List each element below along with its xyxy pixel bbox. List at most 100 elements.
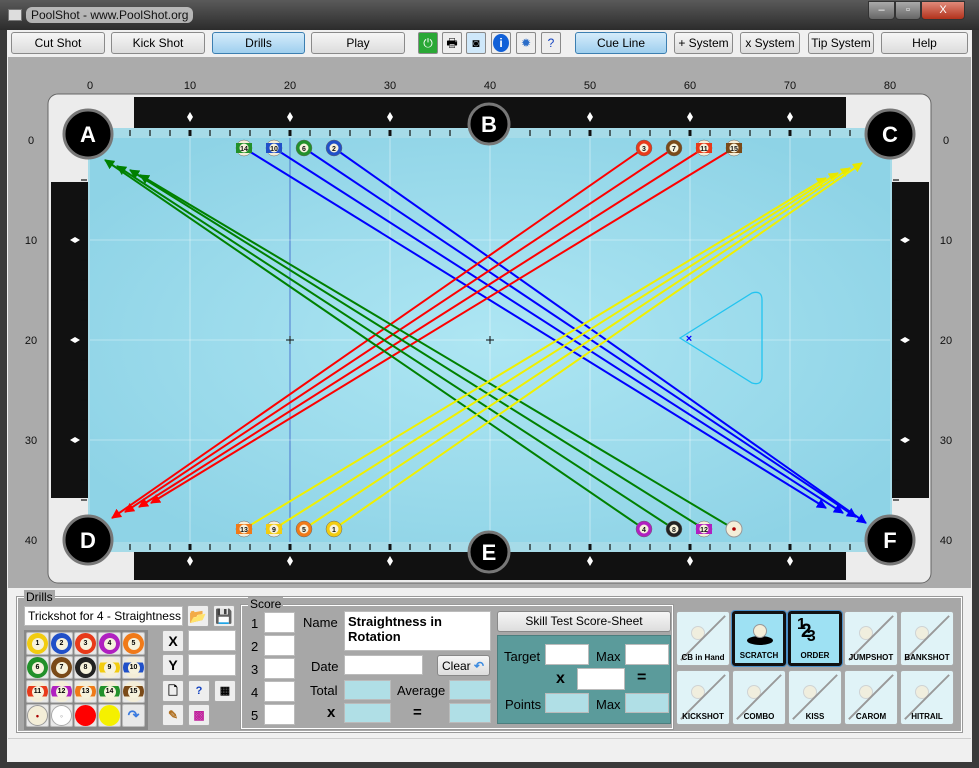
option-order[interactable]: 1 2 3 ORDER bbox=[787, 610, 843, 667]
printer-icon[interactable]: 🖶 bbox=[442, 32, 462, 54]
spreadsheet-icon[interactable]: ▦ bbox=[214, 680, 236, 702]
y-input[interactable] bbox=[188, 654, 236, 676]
multiplier-value bbox=[344, 703, 391, 723]
x-system-button[interactable]: x System bbox=[740, 32, 800, 54]
new-document-icon[interactable]: 🗋 bbox=[162, 680, 184, 702]
play-button[interactable]: Play bbox=[311, 32, 405, 54]
drills-button[interactable]: Drills bbox=[212, 32, 305, 54]
edit-notes-icon[interactable]: ✎ bbox=[162, 704, 184, 726]
palette-ball-number: 11 bbox=[31, 685, 44, 698]
rail-tick bbox=[893, 459, 899, 461]
name-input[interactable]: Straightness in Rotation bbox=[344, 611, 491, 651]
palette-11[interactable]: 11 bbox=[26, 680, 49, 703]
ball-number: 12 bbox=[700, 527, 708, 534]
rail-tick bbox=[893, 238, 899, 242]
score-row-input[interactable] bbox=[264, 658, 295, 679]
rail-tick bbox=[349, 544, 351, 550]
save-icon[interactable]: 💾 bbox=[213, 605, 235, 627]
cut-shot-button[interactable]: Cut Shot bbox=[11, 32, 105, 54]
palette-7[interactable]: 7 bbox=[50, 656, 73, 679]
pool-table[interactable]: 0 10 20 30 40 50 60 70 80 0 0 10 10 20 20 30 30 40 40 × A B… bbox=[0, 57, 979, 588]
color-grid-icon[interactable]: ▩ bbox=[188, 704, 210, 726]
palette-9[interactable]: 9 bbox=[98, 656, 121, 679]
score-row-input[interactable] bbox=[264, 612, 295, 633]
option-cb-in-hand[interactable]: CB in Hand bbox=[676, 611, 730, 666]
rail-tick bbox=[288, 130, 292, 136]
rail-tick bbox=[529, 130, 531, 136]
palette-red[interactable] bbox=[74, 704, 97, 727]
ball-14: 14 bbox=[235, 139, 253, 157]
x-button[interactable]: X bbox=[162, 630, 184, 652]
kick-shot-button[interactable]: Kick Shot bbox=[111, 32, 205, 54]
rail-tick bbox=[81, 459, 87, 461]
tip-system-button[interactable]: Tip System bbox=[808, 32, 874, 54]
drill-name-input[interactable]: Trickshot for 4 - Straightness in Rotati… bbox=[24, 606, 183, 626]
y-tick-label-right: 40 bbox=[940, 535, 952, 547]
palette-4[interactable]: 4 bbox=[98, 632, 121, 655]
skill-multiplier-input[interactable] bbox=[577, 668, 625, 690]
drills-group-label: Drills bbox=[24, 590, 55, 604]
average-label: Average bbox=[397, 683, 446, 698]
option-bankshot[interactable]: BANKSHOT bbox=[900, 611, 954, 666]
y-button[interactable]: Y bbox=[162, 654, 184, 676]
option-label: CB in Hand bbox=[681, 653, 725, 662]
score-row-input[interactable] bbox=[264, 704, 295, 725]
info-icon[interactable]: i bbox=[493, 34, 509, 52]
palette-15[interactable]: 15 bbox=[122, 680, 145, 703]
maximize-button[interactable]: ▫ bbox=[895, 1, 921, 20]
power-icon[interactable]: ⏻ bbox=[418, 32, 438, 54]
scratch-ball-icon bbox=[753, 624, 767, 638]
skill-test-score-sheet-button[interactable]: Skill Test Score-Sheet bbox=[497, 611, 671, 632]
option-carom[interactable]: CAROM bbox=[844, 670, 898, 725]
close-button[interactable]: X bbox=[921, 1, 965, 20]
palette-10[interactable]: 10 bbox=[122, 656, 145, 679]
option-kiss[interactable]: KISS bbox=[788, 670, 842, 725]
clear-button[interactable]: Clear ↶ bbox=[437, 655, 490, 676]
help-button[interactable]: Help bbox=[881, 32, 968, 54]
palette-13[interactable]: 13 bbox=[74, 680, 97, 703]
palette-12[interactable]: 12 bbox=[50, 680, 73, 703]
max-input[interactable] bbox=[625, 644, 669, 665]
target-input[interactable] bbox=[545, 644, 589, 665]
ball-11: 11 bbox=[695, 139, 713, 157]
rail-tick bbox=[893, 438, 899, 442]
rail-tick bbox=[529, 544, 531, 550]
cue-ball-dot bbox=[732, 527, 736, 531]
option-combo[interactable]: COMBO bbox=[732, 670, 786, 725]
palette-14[interactable]: 14 bbox=[98, 680, 121, 703]
palette-2[interactable]: 2 bbox=[50, 632, 73, 655]
palette-8[interactable]: 8 bbox=[74, 656, 97, 679]
minimize-button[interactable]: ‒ bbox=[868, 1, 895, 20]
palette-redo[interactable]: ↷ bbox=[122, 704, 145, 727]
option-scratch[interactable]: SCRATCH bbox=[731, 610, 787, 667]
palette-1[interactable]: 1 bbox=[26, 632, 49, 655]
score-row-input[interactable] bbox=[264, 681, 295, 702]
y-tick-label-left: 10 bbox=[25, 235, 37, 247]
ball-icon: 14 bbox=[99, 681, 120, 702]
ball-icon: 11 bbox=[27, 681, 48, 702]
palette-yellow[interactable] bbox=[98, 704, 121, 727]
palette-6[interactable]: 6 bbox=[26, 656, 49, 679]
palette-cue[interactable]: • bbox=[26, 704, 49, 727]
camera-icon[interactable]: ◙ bbox=[466, 32, 486, 54]
score-row-number: 1 bbox=[251, 616, 259, 631]
rail-tick bbox=[549, 130, 551, 136]
help-document-icon[interactable]: ? bbox=[541, 32, 561, 54]
gear-icon[interactable]: ✹ bbox=[516, 32, 536, 54]
palette-5[interactable]: 5 bbox=[122, 632, 145, 655]
cue-line-button[interactable]: Cue Line bbox=[575, 32, 667, 54]
date-input[interactable] bbox=[344, 655, 423, 675]
ball-number: 2 bbox=[332, 146, 336, 153]
palette-3[interactable]: 3 bbox=[74, 632, 97, 655]
x-input[interactable] bbox=[188, 630, 236, 651]
score-row-input[interactable] bbox=[264, 635, 295, 656]
open-folder-icon[interactable]: 📂 bbox=[187, 605, 209, 627]
option-jumpshot[interactable]: JUMPSHOT bbox=[844, 611, 898, 666]
option-hitrail[interactable]: HITRAIL bbox=[900, 670, 954, 725]
palette-ghost[interactable]: ◦ bbox=[50, 704, 73, 727]
option-kickshot[interactable]: KICKSHOT bbox=[676, 670, 730, 725]
ball-8: 8 bbox=[665, 520, 683, 538]
rail-tick bbox=[288, 544, 292, 550]
document-help-icon[interactable]: ? bbox=[188, 680, 210, 702]
plus-system-button[interactable]: + System bbox=[674, 32, 733, 54]
